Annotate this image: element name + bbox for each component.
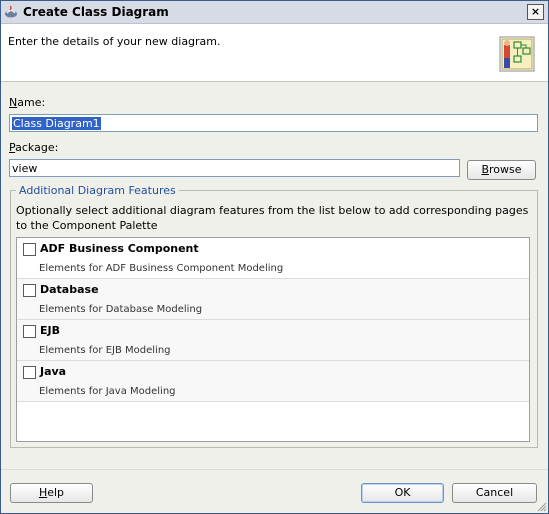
create-class-diagram-dialog: Create Class Diagram × Enter the details… <box>0 0 549 514</box>
package-input[interactable]: view <box>9 159 460 177</box>
feature-desc: Elements for EJB Modeling <box>39 345 171 356</box>
package-value: view <box>12 162 38 175</box>
resize-grip-icon[interactable] <box>537 502 547 512</box>
header-instructions: Enter the details of your new diagram. <box>8 35 221 48</box>
feature-title: EJB <box>40 324 60 337</box>
feature-desc: Elements for ADF Business Component Mode… <box>39 263 284 274</box>
feature-title: Database <box>40 283 99 296</box>
browse-button[interactable]: Browse <box>467 160 536 180</box>
java-checkbox[interactable] <box>23 366 36 379</box>
close-button[interactable]: × <box>527 4 544 20</box>
java-cup-icon <box>5 5 17 18</box>
database-checkbox[interactable] <box>23 284 36 297</box>
adf-checkbox[interactable] <box>23 243 36 256</box>
name-input[interactable]: Class Diagram1 <box>9 114 538 132</box>
close-icon: × <box>530 5 541 18</box>
dialog-title: Create Class Diagram <box>23 5 169 19</box>
feature-item-adf[interactable]: ADF Business Component Elements for ADF … <box>17 238 529 279</box>
feature-title: Java <box>40 365 67 378</box>
name-value: Class Diagram1 <box>12 117 101 130</box>
footer-separator <box>1 469 548 470</box>
help-button[interactable]: Help <box>10 483 93 503</box>
features-list: ADF Business Component Elements for ADF … <box>16 237 530 442</box>
feature-item-ejb[interactable]: EJB Elements for EJB Modeling <box>17 320 529 361</box>
ejb-checkbox[interactable] <box>23 325 36 338</box>
feature-desc: Elements for Database Modeling <box>39 304 203 315</box>
features-description: Optionally select additional diagram fea… <box>16 204 529 232</box>
cancel-button[interactable]: Cancel <box>452 483 537 503</box>
ok-button[interactable]: OK <box>361 483 444 503</box>
feature-title: ADF Business Component <box>40 242 199 255</box>
feature-item-java[interactable]: Java Elements for Java Modeling <box>17 361 529 402</box>
feature-desc: Elements for Java Modeling <box>39 386 176 397</box>
title-bar: Create Class Diagram × <box>1 1 548 24</box>
class-diagram-icon <box>499 36 535 72</box>
feature-item-database[interactable]: Database Elements for Database Modeling <box>17 279 529 320</box>
package-label: Package: <box>9 141 59 154</box>
features-legend: Additional Diagram Features <box>16 184 179 197</box>
name-label: Name: <box>9 96 46 109</box>
dialog-header: Enter the details of your new diagram. <box>1 24 548 82</box>
